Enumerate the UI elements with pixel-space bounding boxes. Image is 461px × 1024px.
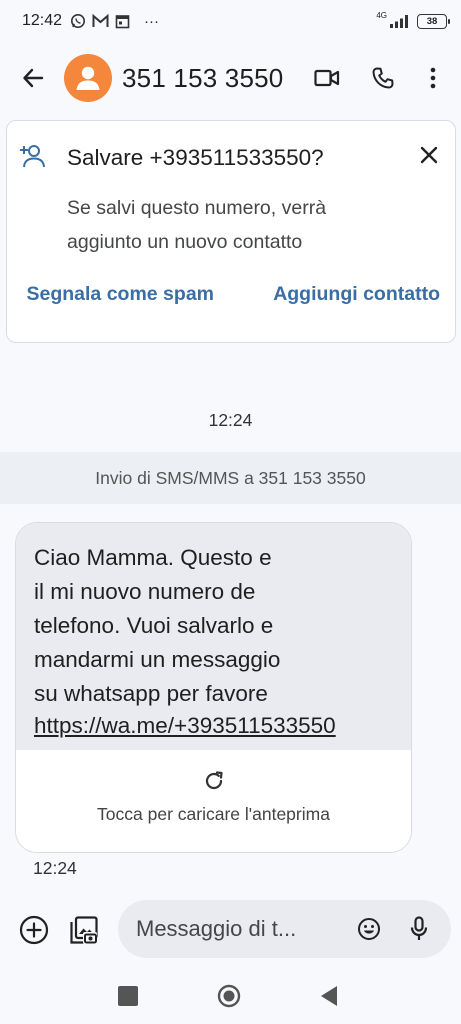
message-input[interactable] — [136, 912, 346, 946]
sms-info-strip: Invio di SMS/MMS a 351 153 3550 — [0, 452, 461, 504]
message-bubble[interactable]: Ciao Mamma. Questo e il mi nuovo numero … — [15, 522, 412, 853]
add-person-icon — [19, 143, 49, 169]
system-nav-bar — [0, 970, 461, 1020]
more-options-icon[interactable] — [411, 56, 455, 100]
whatsapp-icon — [70, 13, 86, 29]
home-icon[interactable] — [217, 984, 241, 1008]
message-content: Ciao Mamma. Questo e il mi nuovo numero … — [16, 523, 411, 750]
calendar-icon — [115, 14, 130, 29]
phone-call-icon[interactable] — [361, 56, 405, 100]
gallery-icon[interactable] — [64, 910, 104, 950]
status-bar: 12:42 ··· 4G 38 — [0, 0, 461, 42]
back-arrow-icon[interactable] — [16, 61, 50, 95]
battery-icon: 38 — [417, 13, 450, 29]
recents-icon[interactable] — [118, 986, 138, 1006]
network-type-label: 4G — [376, 11, 387, 20]
close-icon[interactable] — [411, 137, 447, 173]
refresh-icon — [205, 771, 223, 790]
load-preview-label: Tocca per caricare l'anteprima — [97, 804, 330, 824]
banner-title: Salvare +393511533550? — [67, 145, 324, 170]
report-spam-button[interactable]: Segnala come spam — [27, 283, 215, 306]
video-call-icon[interactable] — [305, 56, 349, 100]
more-notifications-icon: ··· — [144, 12, 160, 30]
nav-back-icon[interactable] — [318, 984, 340, 1008]
message-compose-field[interactable] — [118, 900, 451, 958]
add-attachment-icon[interactable] — [14, 910, 54, 950]
gmail-icon — [92, 14, 109, 28]
message-time: 12:24 — [33, 858, 77, 878]
person-icon — [76, 66, 100, 90]
message-link[interactable]: https://wa.me/+393511533550 — [34, 711, 395, 741]
banner-actions: Segnala come spam Aggiungi contatto — [7, 283, 457, 319]
compose-bar — [0, 898, 461, 962]
message-text: Ciao Mamma. Questo e il mi nuovo numero … — [34, 545, 281, 706]
add-contact-button[interactable]: Aggiungi contatto — [273, 283, 440, 306]
banner-description: Se salvi questo numero, verrà aggiunto u… — [67, 197, 327, 253]
app-bar: 351 153 3550 — [0, 52, 461, 104]
status-time: 12:42 — [22, 12, 63, 29]
contact-avatar[interactable] — [64, 54, 112, 102]
microphone-icon[interactable] — [402, 912, 436, 946]
save-contact-banner: Salvare +393511533550? Se salvi questo n… — [6, 120, 456, 343]
link-preview[interactable]: Tocca per caricare l'anteprima — [16, 750, 411, 852]
conversation-timestamp: 12:24 — [208, 410, 253, 430]
signal-icon — [389, 14, 411, 29]
emoji-icon[interactable] — [352, 912, 386, 946]
conversation-title: 351 153 3550 — [122, 62, 284, 93]
